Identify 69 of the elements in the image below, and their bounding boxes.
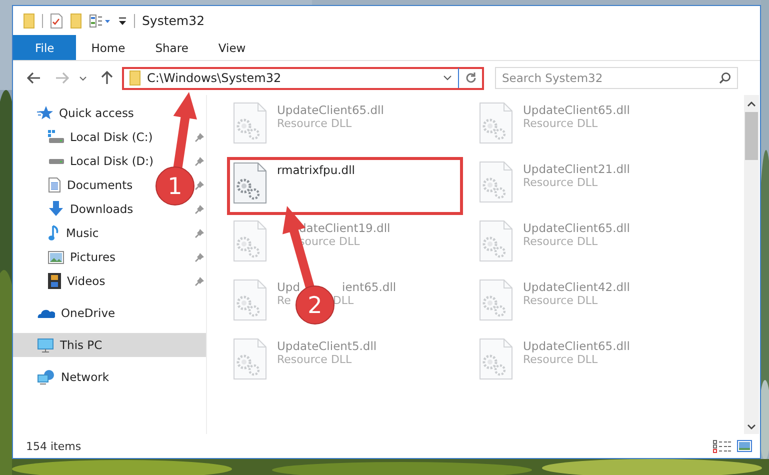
pin-icon[interactable]: [195, 253, 204, 262]
down-arrow-icon: [48, 201, 64, 217]
music-note-icon: [48, 225, 60, 241]
address-path: C:\Windows\System32: [147, 71, 282, 85]
item-count: 154 items: [26, 440, 82, 452]
folder-icon: [129, 70, 141, 86]
chevron-down-icon[interactable]: [443, 75, 452, 81]
file-name[interactable]: rmatrixfpu.dll: [277, 163, 355, 177]
ribbon-tab[interactable]: View: [203, 35, 261, 60]
cloud-icon: [37, 308, 55, 318]
document-icon: [48, 177, 61, 193]
folder-icon[interactable]: [23, 12, 35, 28]
file-type: Resource DLL: [523, 353, 598, 366]
file-type: Re: [277, 294, 291, 307]
checklist-icon[interactable]: [50, 12, 63, 28]
sidebar-item[interactable]: Quick access: [13, 101, 134, 125]
search-icon: [719, 72, 731, 84]
refresh-icon[interactable]: [465, 72, 477, 84]
gear-document-icon[interactable]: [233, 162, 267, 204]
file-type: DLL: [332, 294, 354, 307]
sidebar-item[interactable]: Music: [13, 221, 99, 245]
pin-icon[interactable]: [195, 277, 204, 286]
properties-icon[interactable]: [89, 14, 111, 28]
forward-icon[interactable]: [55, 72, 69, 84]
window-title: System32: [142, 13, 205, 28]
file-type: Resource DLL: [277, 353, 352, 366]
sidebar-item[interactable]: Network: [13, 365, 110, 389]
back-icon[interactable]: [27, 72, 41, 84]
search-field[interactable]: Search System32: [495, 67, 738, 89]
details-view-icon[interactable]: [713, 440, 731, 452]
file-type: Resource DLL: [523, 235, 598, 248]
sidebar-item[interactable]: Pictures: [13, 245, 116, 269]
scroll-up-icon[interactable]: [747, 101, 756, 107]
drive-icon: [48, 130, 64, 144]
sidebar-item[interactable]: OneDrive: [13, 301, 116, 325]
sidebar-item[interactable]: Local Disk (D:): [13, 149, 154, 173]
scroll-down-icon[interactable]: [747, 424, 756, 430]
pin-icon[interactable]: [195, 157, 204, 166]
folder-icon[interactable]: [70, 12, 82, 28]
film-icon: [48, 273, 61, 289]
up-arrow-icon[interactable]: [101, 71, 113, 85]
ribbon-tab[interactable]: Share: [140, 35, 204, 60]
step-badge: 1: [156, 166, 194, 206]
dropdown-icon[interactable]: [118, 16, 127, 26]
monitor-icon: [37, 338, 54, 352]
sidebar-item[interactable]: Local Disk (C:): [13, 125, 153, 149]
pin-icon[interactable]: [195, 133, 204, 142]
file-type: Resource DLL: [523, 176, 598, 189]
sidebar-item[interactable]: Documents: [13, 173, 133, 197]
pin-icon[interactable]: [195, 181, 204, 190]
sidebar-item[interactable]: Videos: [13, 269, 106, 293]
picture-icon: [48, 250, 64, 264]
file-type: Resource DLL: [523, 117, 598, 130]
sidebar-item[interactable]: Downloads: [13, 197, 134, 221]
file-type: Resource DLL: [523, 294, 598, 307]
scrollbar[interactable]: [744, 95, 759, 434]
large-icons-view-icon[interactable]: [737, 440, 752, 452]
ribbon-tab[interactable]: Home: [76, 35, 140, 60]
scroll-thumb[interactable]: [745, 112, 758, 160]
network-icon: [37, 369, 55, 385]
file-type: Resource DLL: [277, 117, 352, 130]
drive-icon: [48, 158, 64, 164]
pin-icon[interactable]: [195, 205, 204, 214]
ribbon-tab[interactable]: File: [13, 35, 76, 60]
sidebar-item[interactable]: This PC: [13, 333, 206, 357]
pin-icon[interactable]: [195, 229, 204, 238]
address-bar[interactable]: C:\Windows\System32: [122, 66, 484, 90]
chevron-down-icon[interactable]: [79, 76, 87, 80]
star-icon: [37, 106, 53, 120]
